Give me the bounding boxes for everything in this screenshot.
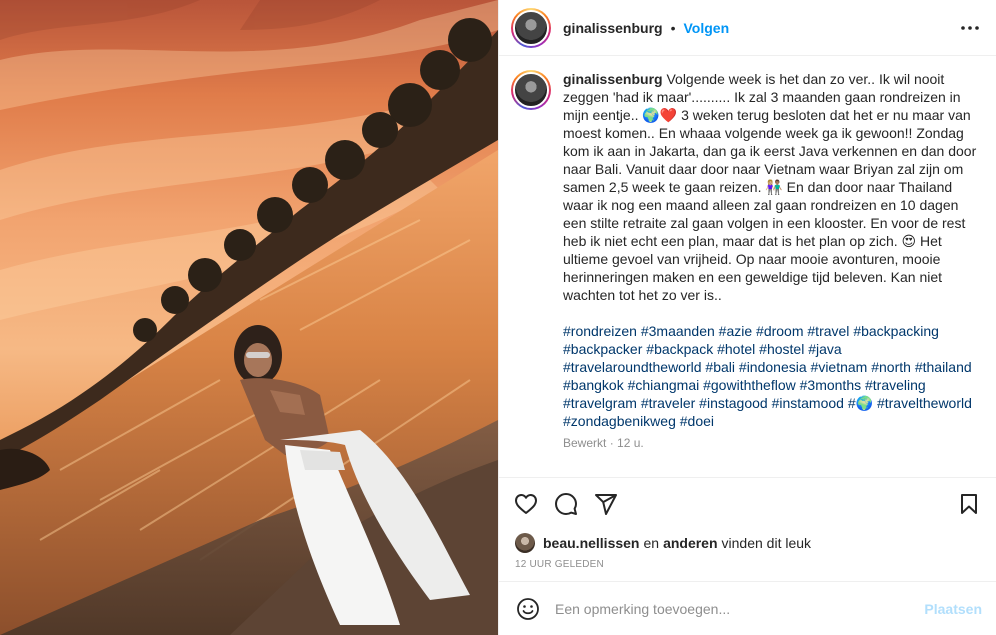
meta-separator: ·	[609, 436, 614, 450]
hashtag-link[interactable]: #indonesia	[739, 359, 807, 375]
hashtag-link[interactable]: #hotel	[717, 341, 755, 357]
add-comment-bar: Plaatsen	[499, 581, 996, 635]
post-timestamp: 12 UUR GELEDEN	[515, 559, 604, 570]
hashtag-link[interactable]: #north	[871, 359, 911, 375]
hashtag-link[interactable]: #hostel	[759, 341, 804, 357]
follow-button[interactable]: Volgen	[683, 20, 729, 36]
hashtag-link[interactable]: #traveler	[641, 395, 695, 411]
hashtag-link[interactable]: #traveltheworld	[877, 395, 972, 411]
hashtag-link[interactable]: #3months	[800, 377, 861, 393]
action-bar	[499, 477, 996, 529]
bookmark-icon[interactable]	[956, 491, 982, 517]
hashtag-link[interactable]: #travelaroundtheworld	[563, 359, 702, 375]
hashtag-link[interactable]: #3maanden	[641, 323, 715, 339]
likes-connector: en	[643, 535, 660, 551]
caption-time: 12 u.	[617, 436, 644, 450]
author-username[interactable]: ginalissenburg	[563, 20, 663, 36]
likes-row: beau.nellissen en anderen vinden dit leu…	[499, 529, 996, 555]
author-avatar[interactable]	[511, 7, 551, 48]
hashtag-link[interactable]: #backpacker	[563, 341, 642, 357]
post-comment-button[interactable]: Plaatsen	[924, 601, 982, 617]
comment-input[interactable]	[555, 600, 925, 617]
hashtag-link[interactable]: #traveling	[865, 377, 926, 393]
hashtags: #rondreizen #3maanden #azie #droom #trav…	[563, 322, 980, 430]
header-separator: •	[670, 19, 676, 36]
hashtag-link[interactable]: #thailand	[915, 359, 972, 375]
comment-icon[interactable]	[553, 491, 579, 517]
hashtag-link[interactable]: #vietnam	[811, 359, 868, 375]
caption-text: Volgende week is het dan zo ver.. Ik wil…	[563, 71, 981, 303]
hashtag-link[interactable]: #doei	[680, 413, 714, 429]
post-header: ginalissenburg • Volgen	[499, 0, 996, 56]
likes-others-link[interactable]: anderen	[663, 535, 717, 551]
hashtag-link[interactable]: #travel	[807, 323, 849, 339]
hashtag-link[interactable]: #chiangmai	[628, 377, 700, 393]
comments-area[interactable]: ginalissenburg Volgende week is het dan …	[499, 56, 996, 477]
likes-suffix: vinden dit leuk	[721, 535, 812, 551]
caption-username[interactable]: ginalissenburg	[563, 71, 663, 87]
hashtag-link[interactable]: #droom	[756, 323, 803, 339]
more-horizontal-icon[interactable]	[958, 25, 982, 31]
sunset-beach-photo	[0, 0, 498, 635]
hashtag-link[interactable]: #backpacking	[853, 323, 939, 339]
emoji-icon[interactable]	[515, 596, 541, 622]
heart-icon[interactable]	[513, 491, 539, 517]
hashtag-link[interactable]: #travelgram	[563, 395, 637, 411]
liker-username[interactable]: beau.nellissen	[543, 535, 639, 551]
edited-label[interactable]: Bewerkt	[563, 436, 606, 450]
hashtag-link[interactable]: #backpack	[646, 341, 713, 357]
share-icon[interactable]	[593, 491, 619, 517]
liker-avatar[interactable]	[515, 533, 535, 553]
caption-meta: Bewerkt · 12 u.	[563, 436, 980, 450]
hashtag-link[interactable]: #🌍	[848, 395, 873, 411]
caption-avatar[interactable]	[511, 70, 551, 110]
post-side-panel: ginalissenburg • Volgen ginalissenburg V…	[498, 0, 996, 635]
hashtag-link[interactable]: #instamood	[772, 395, 844, 411]
hashtag-link[interactable]: #rondreizen	[563, 323, 637, 339]
hashtag-link[interactable]: #zondagbenikweg	[563, 413, 676, 429]
post-photo[interactable]	[0, 0, 498, 635]
hashtag-link[interactable]: #gowiththeflow	[703, 377, 796, 393]
instagram-post: ginalissenburg • Volgen ginalissenburg V…	[0, 0, 996, 635]
hashtag-link[interactable]: #bangkok	[563, 377, 624, 393]
hashtag-link[interactable]: #instagood	[699, 395, 768, 411]
caption-text-block: ginalissenburg Volgende week is het dan …	[563, 70, 980, 304]
hashtag-link[interactable]: #java	[808, 341, 841, 357]
caption: ginalissenburg Volgende week is het dan …	[511, 70, 980, 450]
hashtag-link[interactable]: #bali	[705, 359, 735, 375]
hashtag-link[interactable]: #azie	[719, 323, 752, 339]
